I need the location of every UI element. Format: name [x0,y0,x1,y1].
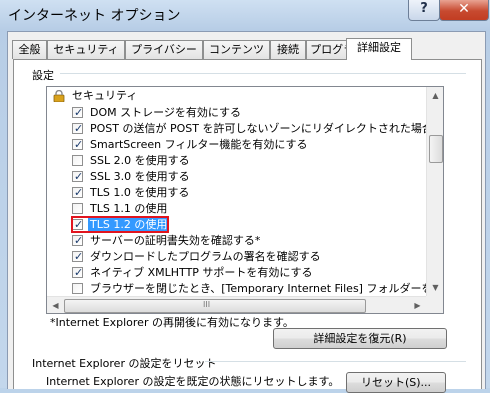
close-button[interactable]: ✕ [439,0,489,21]
setting-label: ダウンロードしたプログラムの署名を確認する [90,250,321,263]
vertical-scrollbar[interactable]: ▲ ▼ [426,87,443,296]
setting-label: SSL 2.0 を使用する [90,154,190,167]
restart-note: *Internet Explorer の再開後に有効になります。 [50,316,294,329]
settings-list[interactable]: セキュリティ ✓ DOM ストレージを有効にする ✓ POST の送信が POS… [46,86,444,314]
setting-label: SSL 3.0 を使用する [90,170,190,183]
setting-item[interactable]: ✓ POST の送信が POST を許可しないゾーンにリダイレクトされた場合に警 [47,121,443,137]
setting-item[interactable]: ✓ ネイティブ XMLHTTP サポートを有効にする [47,265,426,281]
scrollbar-corner [426,296,443,313]
setting-item-selected[interactable]: ✓ TLS 1.2 の使用 [47,216,426,233]
checkbox[interactable]: ✓ [72,250,84,263]
grip-icon: III [203,300,211,309]
checkbox[interactable]: ✓ [72,234,84,247]
lock-icon [53,90,65,102]
check-mark-icon: ✓ [74,250,84,263]
reset-group-divider [205,361,466,362]
checkbox[interactable]: ✓ [72,106,84,119]
check-mark-icon: ✓ [74,170,84,183]
vertical-scroll-thumb[interactable] [429,135,443,163]
checkbox[interactable]: ✓ [72,266,84,279]
setting-item[interactable]: ✓ TLS 1.0 を使用する [47,185,426,201]
scroll-left-icon[interactable]: ◀ [47,297,64,313]
checkbox[interactable] [72,155,83,166]
check-mark-icon: ✓ [74,138,84,151]
restore-advanced-settings-button[interactable]: 詳細設定を復元(R) [273,328,447,349]
setting-item[interactable]: ✓ SmartScreen フィルター機能を有効にする [47,137,426,153]
setting-label: SmartScreen フィルター機能を有効にする [90,138,308,151]
check-mark-icon: ✓ [74,266,84,279]
reset-description: Internet Explorer の設定を既定の状態にリセットします。 [46,375,340,388]
check-mark-icon: ✓ [74,234,84,247]
setting-item[interactable]: ✓ サーバーの証明書失効を確認する* [47,233,426,249]
setting-label: ネイティブ XMLHTTP サポートを有効にする [90,266,313,279]
category-label: セキュリティ [72,89,138,102]
setting-item[interactable]: SSL 2.0 を使用する [47,153,426,169]
checkbox[interactable]: ✓ [72,186,84,199]
setting-label: サーバーの証明書失効を確認する* [90,234,261,247]
horizontal-scroll-thumb[interactable]: III [64,299,366,313]
setting-label: TLS 1.0 を使用する [90,186,190,199]
setting-item[interactable]: ✓ DOM ストレージを有効にする [47,105,426,121]
checkbox[interactable] [72,203,83,214]
checkbox[interactable]: ✓ [72,138,84,151]
setting-label: ブラウザーを閉じたとき、[Temporary Internet Files] フ… [90,282,444,295]
settings-group-divider [60,73,466,74]
scroll-down-icon[interactable]: ▼ [427,279,443,296]
checkbox[interactable] [72,283,83,294]
setting-item[interactable]: ✓ ダウンロードしたプログラムの署名を確認する [47,249,426,265]
scroll-right-icon[interactable]: ▶ [409,297,426,313]
help-button[interactable]: ? [408,0,440,21]
tab-advanced[interactable]: 詳細設定 [346,38,412,60]
setting-label: DOM ストレージを有効にする [90,106,242,119]
tab-content[interactable]: コンテンツ [203,40,270,59]
check-mark-icon: ✓ [74,186,84,199]
setting-item[interactable]: TLS 1.1 の使用 [47,201,426,217]
check-mark-icon: ✓ [74,106,84,119]
check-mark-icon: ✓ [74,122,84,135]
highlight-box [71,216,169,233]
horizontal-scrollbar[interactable]: ◀ III ▶ [47,296,426,313]
tab-privacy[interactable]: プライバシー [125,40,203,59]
reset-button[interactable]: リセット(S)... [346,372,446,393]
checkbox[interactable]: ✓ [72,122,84,135]
reset-group-label: Internet Explorer の設定をリセット [32,357,217,370]
tab-connections[interactable]: 接続 [270,40,306,59]
setting-item[interactable]: ✓ SSL 3.0 を使用する [47,169,426,185]
tab-general[interactable]: 全般 [12,40,47,59]
setting-item[interactable]: ブラウザーを閉じたとき、[Temporary Internet Files] フ… [47,281,443,297]
setting-label: TLS 1.1 の使用 [90,202,168,215]
settings-group-label: 設定 [32,69,54,82]
window-title: インターネット オプション [8,8,181,24]
scroll-up-icon[interactable]: ▲ [427,87,443,104]
checkbox[interactable]: ✓ [72,170,84,183]
setting-label: POST の送信が POST を許可しないゾーンにリダイレクトされた場合に警 [90,122,444,135]
title-bar[interactable]: インターネット オプション ? ✕ [0,0,490,30]
tab-security[interactable]: セキュリティ [47,40,125,59]
